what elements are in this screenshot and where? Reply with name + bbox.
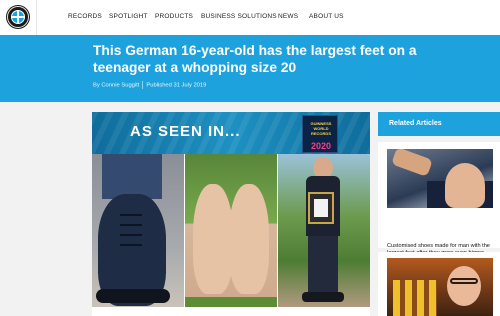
certificate-frame (308, 192, 334, 224)
article-meta: By Connie Suggitt Published 31 July 2019 (93, 81, 206, 89)
face-shape (447, 266, 481, 306)
face-shape (445, 163, 485, 208)
article-title: This German 16-year-old has the largest … (93, 43, 417, 75)
related-article-card[interactable]: Customised shoes made for man with the l… (378, 142, 500, 256)
gwr-2020-book-image: GUINNESS WORLD RECORDS 2020 (302, 115, 338, 153)
shoe-lace (120, 224, 142, 226)
foot-shape (391, 149, 433, 177)
related-article-card[interactable] (378, 252, 500, 316)
shoe-lace (120, 214, 142, 216)
related-articles-heading: Related Articles (389, 120, 442, 127)
jeans-shape (102, 154, 162, 199)
book-year: 2020 (310, 141, 332, 151)
related-article-thumbnail[interactable] (387, 258, 493, 316)
shoe-sole (96, 289, 170, 303)
nav-item-records[interactable]: RECORDS (68, 13, 102, 20)
book-title: GUINNESS WORLD RECORDS (310, 121, 332, 136)
article-header: This German 16-year-old has the largest … (0, 35, 500, 102)
top-navigation: RECORDS SPOTLIGHT PRODUCTS BUSINESS SOLU… (0, 0, 500, 35)
guinness-logo-icon[interactable] (6, 5, 30, 29)
related-article-thumbnail[interactable] (387, 149, 493, 208)
right-foot-shape (229, 184, 269, 294)
glasses-shape (450, 278, 478, 284)
person-shoes (302, 292, 344, 302)
related-articles-sidebar: Related Articles Customised shoes made f… (378, 112, 500, 316)
as-seen-in-banner: AS SEEN IN... GUINNESS WORLD RECORDS 202… (92, 112, 370, 154)
left-foot-shape (193, 184, 233, 294)
as-seen-in-text: AS SEEN IN... (130, 123, 241, 140)
nav-divider (36, 0, 37, 35)
article-hero-image: AS SEEN IN... GUINNESS WORLD RECORDS 202… (92, 112, 370, 316)
nav-item-products[interactable]: PRODUCTS (155, 13, 193, 20)
shoe-lace (120, 234, 142, 236)
record-holder-photo (278, 154, 370, 307)
globe-icon (11, 10, 25, 24)
nav-item-spotlight[interactable]: SPOTLIGHT (109, 13, 148, 20)
article-author[interactable]: By Connie Suggitt (93, 83, 139, 89)
related-articles-header: Related Articles (378, 112, 500, 136)
grass-strip (185, 297, 277, 307)
nav-item-about-us[interactable]: ABOUT US (309, 13, 344, 20)
article-published-date: Published 31 July 2019 (146, 82, 207, 89)
meta-separator (142, 81, 144, 89)
bottles-shape (393, 280, 437, 316)
bare-feet-photo (185, 154, 277, 307)
shoe-lace (120, 244, 142, 246)
nav-item-business-solutions[interactable]: BUSINESS SOLUTIONS (201, 13, 277, 20)
nav-item-news[interactable]: NEWS (278, 13, 298, 20)
person-legs (308, 236, 338, 294)
shoe-photo (92, 154, 184, 307)
